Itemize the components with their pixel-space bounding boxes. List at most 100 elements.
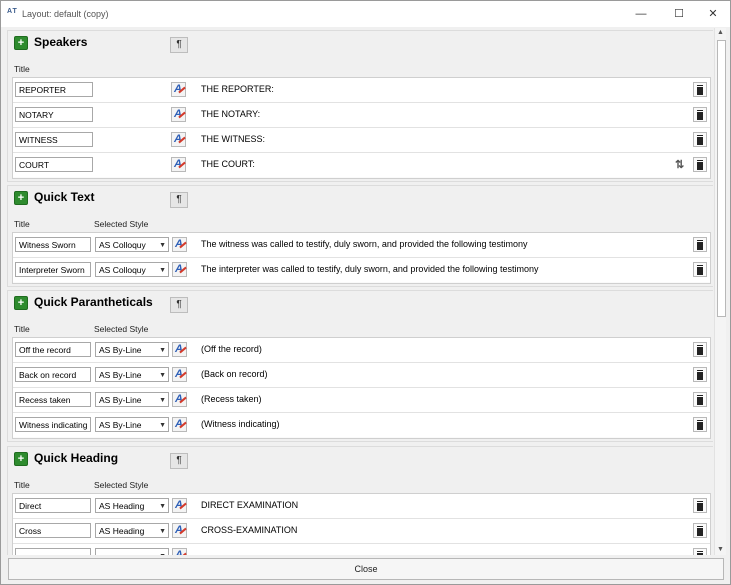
speakers-rows: REPORTER A THE REPORTER: NOTARY A THE NO… [12,77,711,179]
style-select[interactable]: AS By-Line ▼ [95,417,169,432]
table-row: Direct AS Heading ▼ A DIRECT EXAMINATION [13,494,710,519]
row-text: THE WITNESS: [201,134,266,144]
style-edit-icon[interactable]: A [172,548,187,555]
style-select[interactable]: AS By-Line ▼ [95,392,169,407]
delete-icon[interactable] [693,157,707,172]
style-edit-icon[interactable]: A [172,237,187,252]
close-button[interactable]: Close [8,558,724,580]
delete-icon[interactable] [693,523,707,538]
column-header-title: Title [14,324,30,334]
delete-icon[interactable] [693,262,707,277]
maximize-button[interactable]: ☐ [671,6,687,22]
title-field[interactable]: WITNESS [15,132,93,147]
row-text: (Off the record) [201,344,262,354]
style-edit-icon[interactable]: A [172,342,187,357]
style-edit-icon[interactable]: A [172,392,187,407]
style-edit-icon[interactable]: A [172,367,187,382]
style-edit-icon[interactable]: A [172,417,187,432]
title-field[interactable]: Recess taken [15,392,91,407]
chevron-down-icon: ▼ [159,422,166,429]
quick-parentheticals-rows: Off the record AS By-Line ▼ A (Off the re… [12,337,711,439]
close-window-button[interactable]: ✕ [705,6,721,22]
delete-icon[interactable] [693,82,707,97]
chevron-down-icon: ▼ [159,528,166,535]
scroll-up-icon[interactable]: ▲ [715,28,726,38]
style-edit-icon[interactable]: A [171,107,186,122]
title-field[interactable]: Witness indicating [15,417,91,432]
style-select[interactable]: AS By-Line ▼ [95,342,169,357]
style-edit-icon[interactable]: A [172,523,187,538]
table-row: Back on record AS By-Line ▼ A (Back on re… [13,363,710,388]
style-select[interactable]: ▼ [95,548,169,555]
chevron-down-icon: ▼ [159,242,166,249]
quick-text-rows: Witness Sworn AS Colloquy ▼ A The witness… [12,232,711,284]
style-edit-icon[interactable]: A [171,157,186,172]
table-row: NOTARY A THE NOTARY: [13,103,710,128]
paragraph-icon[interactable]: ¶ [170,192,188,208]
table-row: Witness indicating AS By-Line ▼ A (Witnes… [13,413,710,437]
quick-parentheticals-section: + Quick Parantheticals ¶ Title Selected … [7,290,713,442]
reorder-icon[interactable]: ⇅ [675,158,684,171]
title-field[interactable]: Back on record [15,367,91,382]
column-header-style: Selected Style [94,324,149,334]
style-select[interactable]: AS Heading ▼ [95,498,169,513]
delete-icon[interactable] [693,548,707,555]
title-field[interactable]: Off the record [15,342,91,357]
delete-icon[interactable] [693,392,707,407]
delete-icon[interactable] [693,132,707,147]
style-edit-icon[interactable]: A [171,132,186,147]
vertical-scrollbar[interactable]: ▲ ▼ [714,28,726,555]
delete-icon[interactable] [693,367,707,382]
chevron-down-icon: ▼ [159,372,166,379]
row-text: THE COURT: [201,159,255,169]
table-row: Recess taken AS By-Line ▼ A (Recess taken… [13,388,710,413]
paragraph-icon[interactable]: ¶ [170,37,188,53]
add-quick-text-button[interactable]: + [14,191,28,205]
layout-scroll-area: + Speakers ¶ Title REPORTER A THE REPORT… [7,28,713,555]
title-field[interactable]: Cross [15,523,91,538]
table-row: Cross AS Heading ▼ A CROSS-EXAMINATION [13,519,710,544]
style-select[interactable]: AS Colloquy ▼ [95,262,169,277]
column-header-title: Title [14,219,30,229]
delete-icon[interactable] [693,107,707,122]
title-field[interactable]: Interpreter Sworn [15,262,91,277]
delete-icon[interactable] [693,342,707,357]
minimize-button[interactable]: — [633,6,649,22]
quick-heading-rows: Direct AS Heading ▼ A DIRECT EXAMINATION … [12,493,711,555]
title-field[interactable]: REPORTER [15,82,93,97]
paragraph-icon[interactable]: ¶ [170,297,188,313]
add-heading-button[interactable]: + [14,452,28,466]
row-text: The interpreter was called to testify, d… [201,264,539,274]
quick-text-section: + Quick Text ¶ Title Selected Style Witn… [7,185,713,287]
chevron-down-icon: ▼ [159,549,166,555]
add-speaker-button[interactable]: + [14,36,28,50]
style-select[interactable]: AS Heading ▼ [95,523,169,538]
row-text: The witness was called to testify, duly … [201,239,528,249]
title-field[interactable] [15,548,91,555]
paragraph-icon[interactable]: ¶ [170,453,188,469]
delete-icon[interactable] [693,417,707,432]
table-row: WITNESS A THE WITNESS: [13,128,710,153]
style-edit-icon[interactable]: A [172,262,187,277]
table-row: REPORTER A THE REPORTER: [13,78,710,103]
delete-icon[interactable] [693,498,707,513]
title-field[interactable]: Witness Sworn [15,237,91,252]
title-field[interactable]: Direct [15,498,91,513]
delete-icon[interactable] [693,237,707,252]
section-title: Quick Text [34,190,95,204]
style-edit-icon[interactable]: A [171,82,186,97]
title-bar: A T Layout: default (copy) — ☐ ✕ [1,1,730,27]
chevron-down-icon: ▼ [159,347,166,354]
scroll-down-icon[interactable]: ▼ [715,545,726,555]
style-select[interactable]: AS Colloquy ▼ [95,237,169,252]
row-text: DIRECT EXAMINATION [201,500,299,510]
chevron-down-icon: ▼ [159,267,166,274]
chevron-down-icon: ▼ [159,503,166,510]
add-parenthetical-button[interactable]: + [14,296,28,310]
row-text: CROSS-EXAMINATION [201,525,298,535]
style-edit-icon[interactable]: A [172,498,187,513]
scrollbar-thumb[interactable] [717,40,726,317]
title-field[interactable]: COURT [15,157,93,172]
style-select[interactable]: AS By-Line ▼ [95,367,169,382]
title-field[interactable]: NOTARY [15,107,93,122]
